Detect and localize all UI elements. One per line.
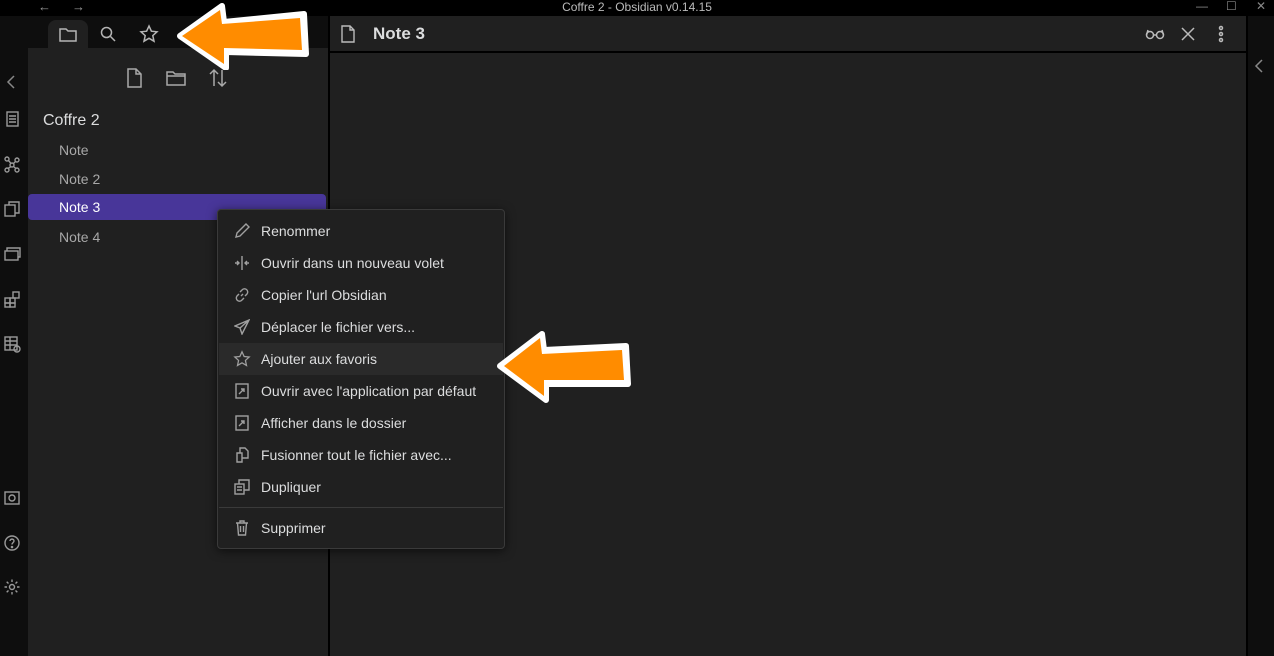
menu-item-add-favorite[interactable]: Ajouter aux favoris bbox=[219, 343, 503, 375]
search-icon bbox=[100, 26, 116, 42]
menu-item-label: Fusionner tout le fichier avec... bbox=[261, 447, 452, 463]
close-window-button[interactable]: ✕ bbox=[1256, 0, 1266, 13]
right-ribbon bbox=[1248, 16, 1274, 656]
more-options-icon bbox=[1218, 25, 1224, 43]
table-icon[interactable] bbox=[2, 334, 22, 354]
file-item-note-2[interactable]: Note 2 bbox=[28, 166, 326, 192]
file-item-note[interactable]: Note bbox=[28, 137, 326, 163]
menu-item-label: Dupliquer bbox=[261, 479, 321, 495]
document-icon bbox=[340, 25, 356, 48]
annotation-arrow-icon bbox=[177, 3, 309, 70]
menu-item-label: Déplacer le fichier vers... bbox=[261, 319, 416, 335]
menu-item-rename[interactable]: Renommer bbox=[219, 215, 503, 247]
annotation-arrow-icon bbox=[497, 331, 631, 403]
star-icon bbox=[232, 350, 252, 368]
menu-item-label: Ouvrir avec l'application par défaut bbox=[261, 383, 477, 399]
star-icon bbox=[139, 24, 159, 43]
tab-search[interactable] bbox=[88, 20, 128, 48]
menu-item-open-default-app[interactable]: Ouvrir avec l'application par défaut bbox=[219, 375, 503, 407]
close-pane-button[interactable] bbox=[1177, 24, 1199, 44]
reading-view-icon bbox=[1145, 29, 1165, 40]
link-icon bbox=[232, 287, 252, 303]
menu-separator bbox=[219, 507, 503, 508]
close-icon bbox=[1181, 27, 1195, 41]
menu-item-label: Afficher dans le dossier bbox=[261, 415, 407, 431]
minimize-button[interactable]: — bbox=[1196, 0, 1208, 13]
settings-icon[interactable] bbox=[2, 577, 22, 597]
vault-icon[interactable] bbox=[2, 488, 22, 508]
menu-item-label: Supprimer bbox=[261, 520, 326, 536]
templates-icon[interactable] bbox=[2, 199, 22, 219]
folder-icon bbox=[59, 28, 77, 42]
canvas-icon[interactable] bbox=[2, 289, 22, 309]
menu-item-delete[interactable]: Supprimer bbox=[219, 512, 503, 544]
sort-icon bbox=[209, 68, 227, 88]
menu-item-show-in-folder[interactable]: Afficher dans le dossier bbox=[219, 407, 503, 439]
new-note-icon bbox=[127, 68, 142, 88]
menu-item-label: Copier l'url Obsidian bbox=[261, 287, 387, 303]
left-collapse-icon[interactable] bbox=[6, 74, 16, 95]
new-note-button[interactable] bbox=[122, 66, 146, 90]
tab-starred[interactable] bbox=[129, 20, 169, 48]
right-collapse-icon[interactable] bbox=[1254, 58, 1264, 79]
menu-item-duplicate[interactable]: Dupliquer bbox=[219, 471, 503, 503]
graph-view-icon[interactable] bbox=[2, 154, 22, 174]
menu-item-move-file[interactable]: Déplacer le fichier vers... bbox=[219, 311, 503, 343]
menu-item-open-new-pane[interactable]: Ouvrir dans un nouveau volet bbox=[219, 247, 503, 279]
show-in-folder-icon bbox=[232, 415, 252, 431]
maximize-button[interactable]: ☐ bbox=[1226, 0, 1237, 13]
switcher-icon[interactable] bbox=[2, 109, 22, 129]
menu-item-copy-url[interactable]: Copier l'url Obsidian bbox=[219, 279, 503, 311]
pane-header: Note 3 bbox=[330, 16, 1246, 52]
file-context-menu: Renommer Ouvrir dans un nouveau volet Co… bbox=[217, 209, 505, 549]
menu-item-label: Ouvrir dans un nouveau volet bbox=[261, 255, 444, 271]
pencil-icon bbox=[232, 223, 252, 239]
open-external-icon bbox=[232, 383, 252, 399]
reading-view-button[interactable] bbox=[1144, 24, 1166, 44]
menu-item-label: Ajouter aux favoris bbox=[261, 351, 377, 367]
paper-plane-icon bbox=[232, 319, 252, 335]
pane-title[interactable]: Note 3 bbox=[373, 24, 425, 44]
vault-name[interactable]: Coffre 2 bbox=[43, 112, 100, 130]
menu-item-label: Renommer bbox=[261, 223, 331, 239]
help-icon[interactable] bbox=[2, 533, 22, 553]
trash-icon bbox=[232, 520, 252, 536]
slides-icon[interactable] bbox=[2, 244, 22, 264]
duplicate-icon bbox=[232, 479, 252, 495]
new-folder-icon bbox=[166, 71, 186, 86]
more-options-button[interactable] bbox=[1210, 24, 1232, 44]
left-ribbon bbox=[0, 16, 28, 656]
tab-file-explorer[interactable] bbox=[48, 20, 88, 48]
merge-icon bbox=[232, 447, 252, 463]
split-icon bbox=[232, 255, 252, 271]
menu-item-merge-file[interactable]: Fusionner tout le fichier avec... bbox=[219, 439, 503, 471]
